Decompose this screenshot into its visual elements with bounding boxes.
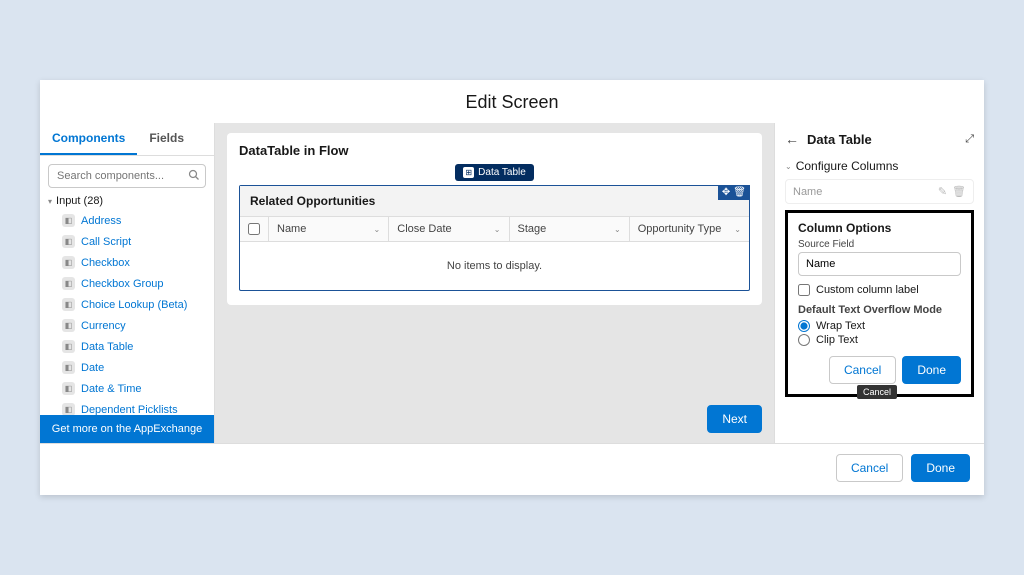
screen-canvas: DataTable in Flow ⊞ Data Table ✥ 🗑 Relat… [215,123,774,443]
options-done-button[interactable]: Done [902,356,961,384]
dt-empty-message: No items to display. [240,242,749,290]
dt-title: Related Opportunities [240,186,749,217]
component-toolbar: ✥ 🗑 [718,185,750,200]
item-currency[interactable]: ◧Currency [48,315,206,336]
component-icon: ◧ [62,403,75,415]
tab-fields[interactable]: Fields [137,123,196,155]
clip-text-radio[interactable] [798,334,810,346]
configure-columns-header[interactable]: ⌄ Configure Columns [785,155,974,179]
data-table-chip[interactable]: ⊞ Data Table [455,164,534,181]
component-icon: ◧ [62,256,75,269]
chevron-down-icon: ▾ [48,197,52,206]
group-input-header[interactable]: ▾ Input (28) [48,192,206,210]
component-icon: ◧ [62,319,75,332]
custom-column-label-checkbox[interactable] [798,284,810,296]
chevron-down-icon: ⌄ [785,162,792,171]
appexchange-link[interactable]: Get more on the AppExchange [40,415,214,443]
overflow-mode-label: Default Text Overflow Mode [798,304,961,316]
wrap-text-label: Wrap Text [816,320,865,332]
data-table-component[interactable]: ✥ 🗑 Related Opportunities Name⌄ Close Da… [239,185,750,291]
clip-text-row[interactable]: Clip Text [798,334,961,346]
edit-screen-dialog: Edit Screen Components Fields ▾ Input (2… [40,80,984,495]
wrap-text-row[interactable]: Wrap Text [798,320,961,332]
column-row-actions: ✎ 🗑 [938,185,966,198]
back-icon[interactable]: ← [785,131,799,147]
item-choice-lookup[interactable]: ◧Choice Lookup (Beta) [48,294,206,315]
component-icon: ◧ [62,382,75,395]
source-field-input[interactable] [798,252,961,276]
move-icon[interactable]: ✥ [722,187,730,198]
col-stage[interactable]: Stage⌄ [509,217,629,241]
data-table-icon: ⊞ [463,167,474,178]
delete-icon[interactable]: 🗑 [952,185,966,198]
item-checkbox-group[interactable]: ◧Checkbox Group [48,273,206,294]
component-icon: ◧ [62,298,75,311]
component-icon: ◧ [62,361,75,374]
sidebar-tabs: Components Fields [40,123,214,156]
custom-column-label-row[interactable]: Custom column label [798,284,961,296]
cancel-tooltip: Cancel [857,385,897,399]
page-title: Edit Screen [40,80,984,123]
canvas-title: DataTable in Flow [239,143,750,158]
col-name[interactable]: Name⌄ [268,217,388,241]
dialog-footer: Cancel Done [40,443,984,492]
column-row-name[interactable]: Name ✎ 🗑 [785,179,974,204]
edit-icon[interactable]: ✎ [938,185,947,198]
chevron-down-icon: ⌄ [614,225,621,234]
select-all-cell [240,217,268,241]
chevron-down-icon: ⌄ [494,225,501,234]
item-dependent-picklists[interactable]: ◧Dependent Picklists [48,399,206,415]
properties-header: ← Data Table ⤢ [785,131,974,147]
tab-components[interactable]: Components [40,123,137,155]
group-label: Input (28) [56,195,103,207]
component-list: ▾ Input (28) ◧Address ◧Call Script ◧Chec… [40,192,214,415]
column-options-footer: Cancel Done Cancel [798,356,961,384]
column-options-title: Column Options [798,221,961,235]
chevron-down-icon: ⌄ [734,225,741,234]
properties-title: Data Table [807,132,965,147]
chip-label: Data Table [478,167,526,178]
item-address[interactable]: ◧Address [48,210,206,231]
section-label: Configure Columns [796,159,899,173]
canvas-card: DataTable in Flow ⊞ Data Table ✥ 🗑 Relat… [227,133,762,305]
wrap-text-radio[interactable] [798,320,810,332]
item-checkbox[interactable]: ◧Checkbox [48,252,206,273]
column-options-panel: Column Options Source Field Custom colum… [785,210,974,397]
search-icon [188,169,200,184]
options-cancel-button[interactable]: Cancel [829,356,896,384]
col-opportunity-type[interactable]: Opportunity Type⌄ [629,217,749,241]
delete-icon[interactable]: 🗑 [733,187,746,198]
select-all-checkbox[interactable] [248,223,260,235]
source-field-label: Source Field [798,239,961,250]
properties-sidebar: ← Data Table ⤢ ⌄ Configure Columns Name … [774,123,984,443]
components-sidebar: Components Fields ▾ Input (28) ◧Address … [40,123,215,443]
chip-row: ⊞ Data Table [239,162,750,181]
canvas-footer: Next [227,405,762,433]
next-button[interactable]: Next [707,405,762,433]
component-icon: ◧ [62,277,75,290]
main-area: Components Fields ▾ Input (28) ◧Address … [40,123,984,443]
component-icon: ◧ [62,340,75,353]
component-icon: ◧ [62,214,75,227]
col-close-date[interactable]: Close Date⌄ [388,217,508,241]
custom-column-label-text: Custom column label [816,284,919,296]
dialog-cancel-button[interactable]: Cancel [836,454,903,482]
search-input[interactable] [48,164,206,188]
item-data-table[interactable]: ◧Data Table [48,336,206,357]
clip-text-label: Clip Text [816,334,858,346]
chevron-down-icon: ⌄ [374,225,381,234]
item-date-time[interactable]: ◧Date & Time [48,378,206,399]
item-call-script[interactable]: ◧Call Script [48,231,206,252]
column-row-label: Name [793,186,822,198]
search-row [48,164,206,188]
expand-icon[interactable]: ⤢ [965,133,974,146]
item-date[interactable]: ◧Date [48,357,206,378]
component-icon: ◧ [62,235,75,248]
dialog-done-button[interactable]: Done [911,454,970,482]
dt-column-row: Name⌄ Close Date⌄ Stage⌄ Opportunity Typ… [240,217,749,242]
